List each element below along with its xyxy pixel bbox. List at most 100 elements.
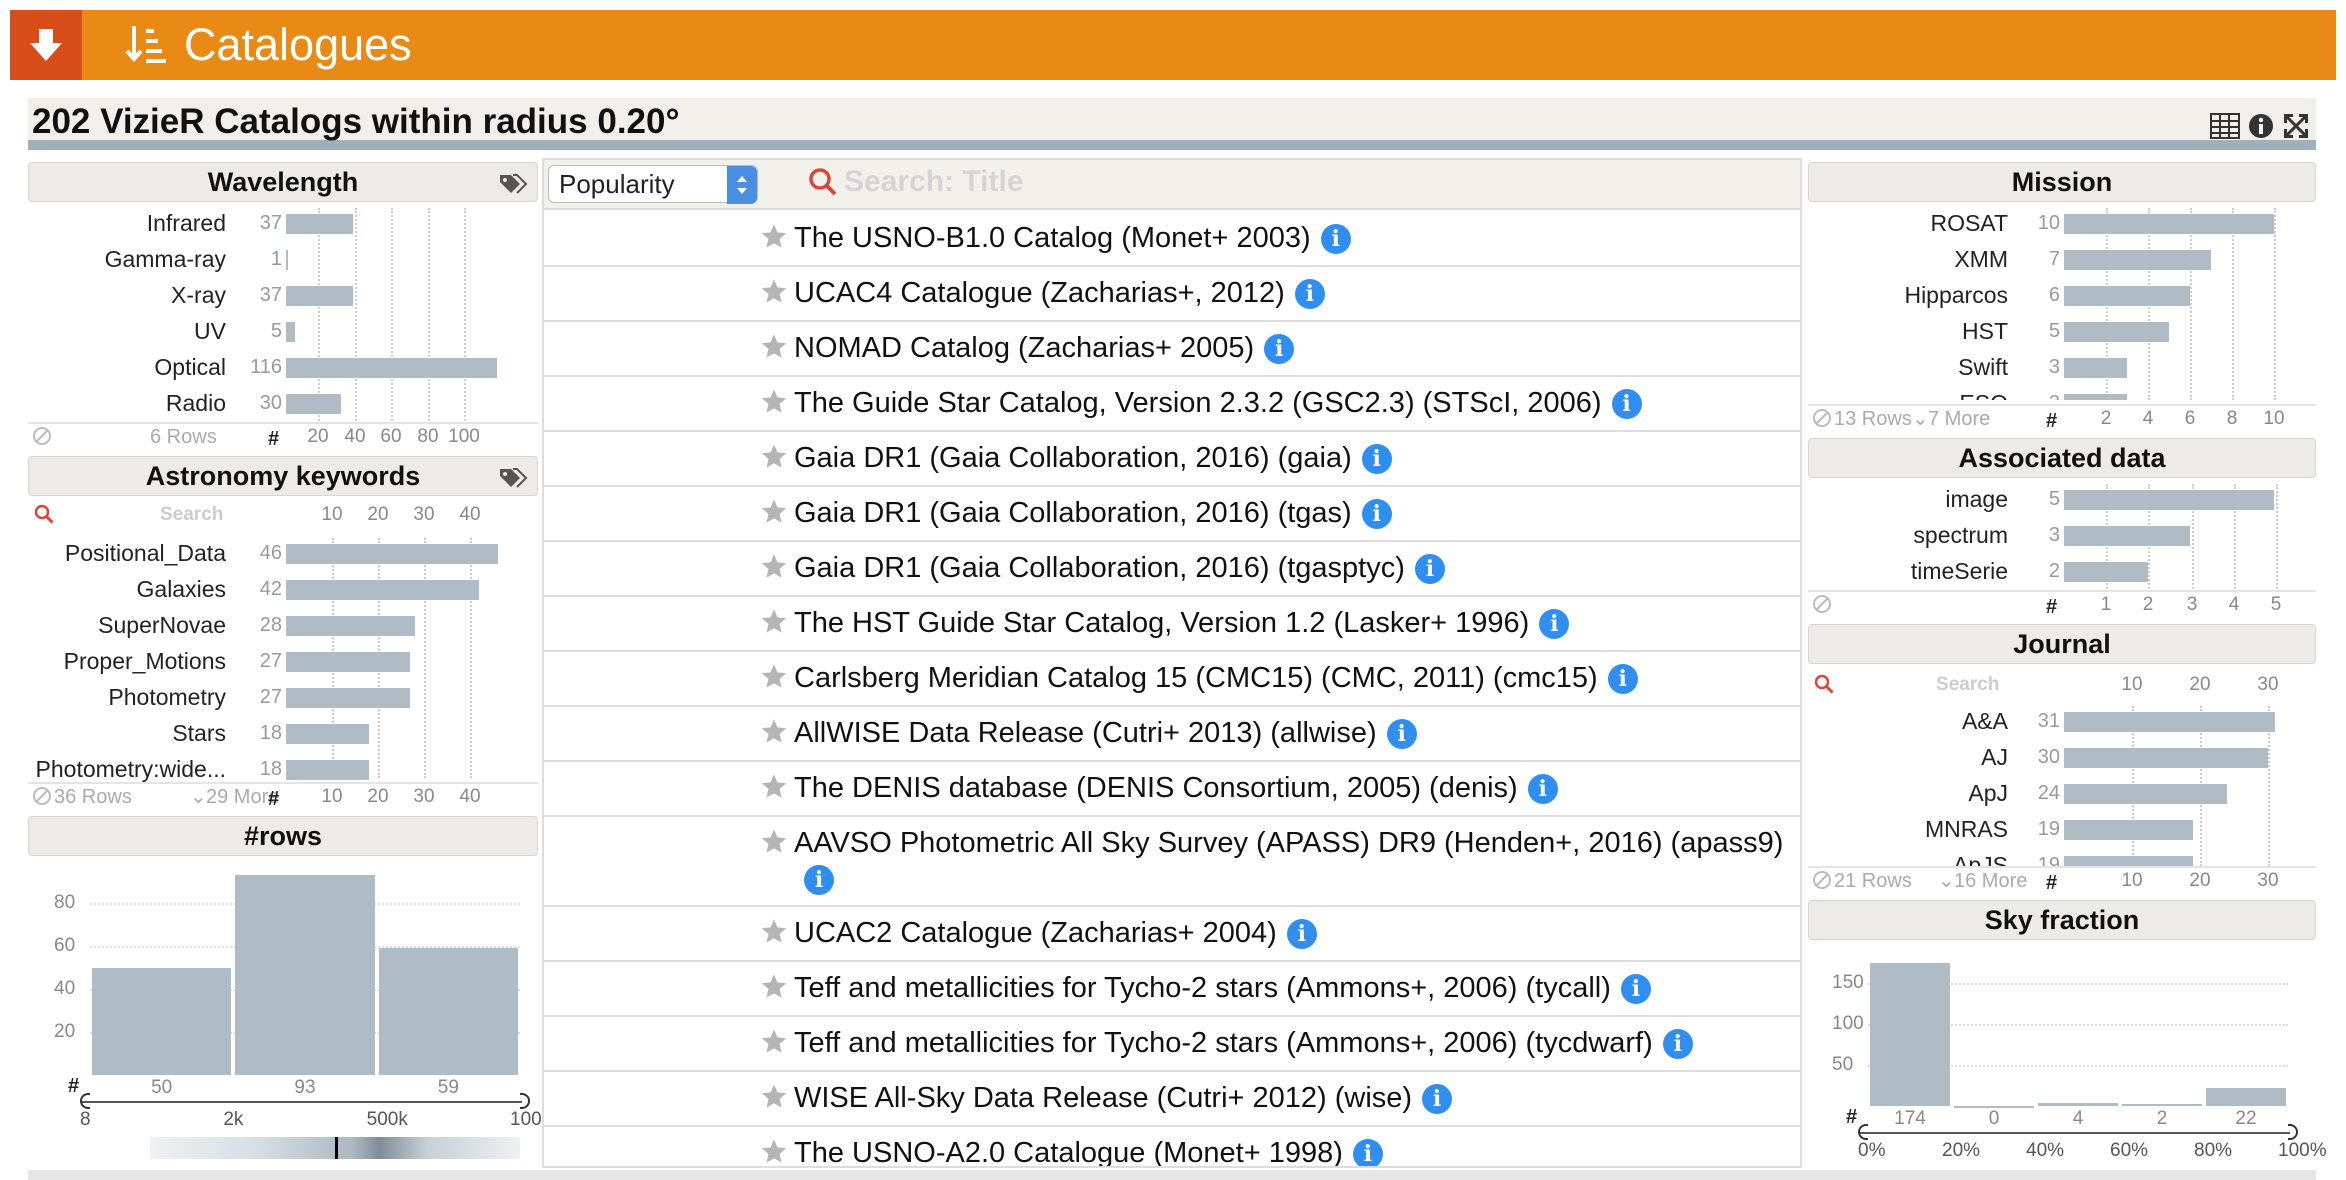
catalog-row[interactable]: Gaia DR1 (Gaia Collaboration, 2016) (tga… xyxy=(544,487,1800,542)
mission-facet-row[interactable]: Swift 3 xyxy=(1808,352,2316,388)
info-icon[interactable]: i xyxy=(1662,1029,1693,1060)
sort-select[interactable]: Popularity xyxy=(548,165,758,204)
info-icon[interactable]: i xyxy=(1361,444,1392,475)
journal-more-link[interactable]: 16 More xyxy=(1954,870,2027,893)
rows_hist-range-slider-track[interactable] xyxy=(82,1101,522,1103)
star-icon[interactable] xyxy=(760,827,788,863)
assoc-facet-row[interactable]: spectrum 3 xyxy=(1808,520,2316,556)
expand-icon[interactable] xyxy=(2282,112,2310,140)
rows_hist-range-handle-left[interactable] xyxy=(80,1093,90,1109)
download-button[interactable] xyxy=(10,10,82,80)
info-icon[interactable]: i xyxy=(1264,334,1295,365)
catalog-row[interactable]: Gaia DR1 (Gaia Collaboration, 2016) (tga… xyxy=(544,542,1800,597)
info-icon[interactable]: i xyxy=(1539,609,1570,640)
star-icon[interactable] xyxy=(760,1137,788,1166)
chevron-down-icon[interactable]: ⌄ xyxy=(1912,406,1929,431)
sky-range-handle-left[interactable] xyxy=(1858,1124,1868,1140)
star-icon[interactable] xyxy=(760,972,788,1008)
mission-facet-header[interactable]: Mission xyxy=(1808,162,2316,202)
catalog-title[interactable]: The Guide Star Catalog, Version 2.3.2 (G… xyxy=(794,387,1602,419)
keywords-facet-row[interactable]: Galaxies 42 xyxy=(28,574,538,610)
star-icon[interactable] xyxy=(760,497,788,533)
catalog-row[interactable]: Gaia DR1 (Gaia Collaboration, 2016) (gai… xyxy=(544,432,1800,487)
star-icon[interactable] xyxy=(760,607,788,643)
star-icon[interactable] xyxy=(760,717,788,753)
mission-more-link[interactable]: 7 More xyxy=(1928,408,1990,431)
title-search-input[interactable]: Search: Title xyxy=(844,165,1024,199)
rows_hist-histogram-bar[interactable] xyxy=(378,948,518,1075)
catalog-title[interactable]: NOMAD Catalog (Zacharias+ 2005) xyxy=(794,332,1254,364)
info-icon[interactable]: i xyxy=(1607,664,1638,695)
catalog-row[interactable]: The DENIS database (DENIS Consortium, 20… xyxy=(544,762,1800,817)
mission-reset-icon[interactable] xyxy=(1812,408,1832,433)
info-icon[interactable]: i xyxy=(1320,224,1351,255)
sort-list-icon[interactable] xyxy=(124,22,170,68)
wavelength-facet-header[interactable]: Wavelength xyxy=(28,162,538,202)
sky-histogram-bar[interactable] xyxy=(1870,963,1950,1106)
wavelength-facet-row[interactable]: UV 5 xyxy=(28,316,538,352)
assoc-reset-icon[interactable] xyxy=(1812,594,1832,619)
mission-facet-row[interactable]: ROSAT 10 xyxy=(1808,208,2316,244)
keywords-facet-row[interactable]: Photometry:wide... 18 xyxy=(28,754,538,790)
info-icon[interactable]: i xyxy=(1286,919,1317,950)
sky-histogram-bar[interactable] xyxy=(2206,1087,2286,1106)
rows_hist-range-handle-right[interactable] xyxy=(520,1093,530,1109)
mission-facet-row[interactable]: ESO 3 xyxy=(1808,388,2316,400)
sky-histogram-bar[interactable] xyxy=(2038,1102,2118,1106)
catalog-row[interactable]: The USNO-B1.0 Catalog (Monet+ 2003) i xyxy=(544,212,1800,267)
journal-facet-row[interactable]: MNRAS 19 xyxy=(1808,814,2316,850)
sky-facet-header[interactable]: Sky fraction xyxy=(1808,900,2316,940)
rows_hist-facet-header[interactable]: #rows xyxy=(28,816,538,856)
catalog-title[interactable]: Gaia DR1 (Gaia Collaboration, 2016) (tga… xyxy=(794,552,1405,584)
keywords-facet-row[interactable]: Proper_Motions 27 xyxy=(28,646,538,682)
journal-facet-row[interactable]: A&A 31 xyxy=(1808,706,2316,742)
tag-icon[interactable] xyxy=(499,171,529,202)
journal-search-input[interactable]: Search xyxy=(1936,674,1999,696)
star-icon[interactable] xyxy=(760,662,788,698)
star-icon[interactable] xyxy=(760,332,788,368)
sky-range-slider-track[interactable] xyxy=(1860,1132,2290,1134)
catalog-title[interactable]: Gaia DR1 (Gaia Collaboration, 2016) (tga… xyxy=(794,497,1352,529)
keywords-facet-row[interactable]: SuperNovae 28 xyxy=(28,610,538,646)
catalog-row[interactable]: The USNO-A2.0 Catalogue (Monet+ 1998) i xyxy=(544,1127,1800,1166)
catalog-title[interactable]: Teff and metallicities for Tycho-2 stars… xyxy=(794,1027,1653,1059)
info-icon[interactable]: i xyxy=(1620,974,1651,1005)
info-icon[interactable]: i xyxy=(1294,279,1325,310)
wavelength-facet-row[interactable]: Infrared 37 xyxy=(28,208,538,244)
journal-facet-header[interactable]: Journal xyxy=(1808,624,2316,664)
mission-facet-row[interactable]: Hipparcos 6 xyxy=(1808,280,2316,316)
catalog-title[interactable]: WISE All-Sky Data Release (Cutri+ 2012) … xyxy=(794,1082,1412,1114)
wavelength-facet-row[interactable]: Optical 116 xyxy=(28,352,538,388)
catalog-row[interactable]: Carlsberg Meridian Catalog 15 (CMC15) (C… xyxy=(544,652,1800,707)
star-icon[interactable] xyxy=(760,222,788,258)
keywords-facet-row[interactable]: Stars 18 xyxy=(28,718,538,754)
info-icon[interactable]: i xyxy=(1527,774,1558,805)
journal-reset-icon[interactable] xyxy=(1812,870,1832,895)
info-icon[interactable]: i xyxy=(1361,499,1392,530)
tag-icon[interactable] xyxy=(499,465,529,496)
star-icon[interactable] xyxy=(760,387,788,423)
catalog-row[interactable]: The Guide Star Catalog, Version 2.3.2 (G… xyxy=(544,377,1800,432)
star-icon[interactable] xyxy=(760,917,788,953)
catalog-title[interactable]: Teff and metallicities for Tycho-2 stars… xyxy=(794,972,1611,1004)
catalog-title[interactable]: AAVSO Photometric All Sky Survey (APASS)… xyxy=(794,827,1783,859)
catalog-row[interactable]: AllWISE Data Release (Cutri+ 2013) (allw… xyxy=(544,707,1800,762)
keywords-search-icon[interactable] xyxy=(34,504,54,529)
journal-search-icon[interactable] xyxy=(1814,674,1834,699)
journal-facet-row[interactable]: ApJS 19 xyxy=(1808,850,2316,866)
assoc-facet-header[interactable]: Associated data xyxy=(1808,438,2316,478)
journal-facet-row[interactable]: ApJ 24 xyxy=(1808,778,2316,814)
catalog-title[interactable]: AllWISE Data Release (Cutri+ 2013) (allw… xyxy=(794,717,1377,749)
keywords-search-input[interactable]: Search xyxy=(160,504,223,526)
star-icon[interactable] xyxy=(760,1027,788,1063)
info-icon[interactable] xyxy=(2248,113,2274,139)
catalog-row[interactable]: The HST Guide Star Catalog, Version 1.2 … xyxy=(544,597,1800,652)
catalog-row[interactable]: UCAC4 Catalogue (Zacharias+, 2012) i xyxy=(544,267,1800,322)
catalog-title[interactable]: The USNO-A2.0 Catalogue (Monet+ 1998) xyxy=(794,1137,1343,1166)
rows_hist-histogram-bar[interactable] xyxy=(235,875,375,1075)
mission-facet-row[interactable]: XMM 7 xyxy=(1808,244,2316,280)
info-icon[interactable]: i xyxy=(1352,1139,1383,1166)
mission-facet-row[interactable]: HST 5 xyxy=(1808,316,2316,352)
catalog-row[interactable]: WISE All-Sky Data Release (Cutri+ 2012) … xyxy=(544,1072,1800,1127)
keywords-facet-header[interactable]: Astronomy keywords xyxy=(28,456,538,496)
